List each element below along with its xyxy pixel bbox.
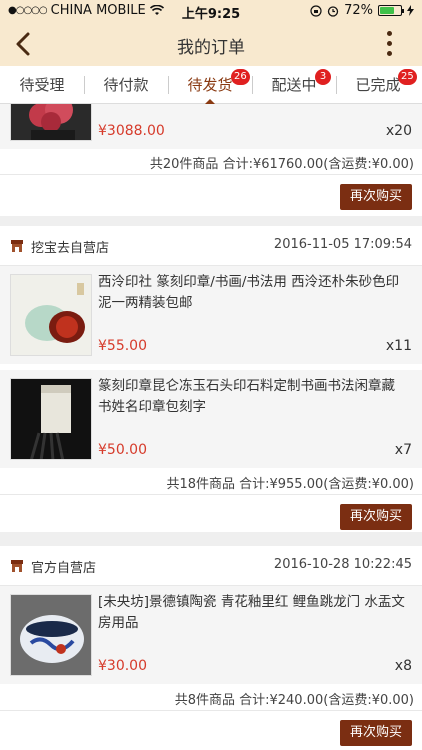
order-item[interactable]: 西泠印社 篆刻印章/书画/书法用 西泠还朴朱砂色印泥一两精装包邮 ¥55.00 …	[0, 266, 422, 364]
in-delivery-count-badge: 3	[315, 69, 331, 85]
order-item[interactable]: ¥3088.00 x20	[0, 104, 422, 149]
divider	[0, 710, 422, 711]
divider	[0, 494, 422, 495]
navigation-bar: 我的订单	[0, 22, 422, 66]
item-quantity: x11	[385, 338, 412, 354]
pending-shipment-count-badge: 26	[231, 69, 250, 85]
shop-name: 官方自营店	[31, 561, 97, 576]
order-status-tabs: 待受理 待付款 待发货 26 配送中 3 已完成 25	[0, 66, 422, 104]
order-card: 挖宝去自营店 2016-11-05 17:09:54 西泠印社 篆刻印章/书画/…	[0, 226, 422, 532]
shop-header[interactable]: 挖宝去自营店 2016-11-05 17:09:54	[0, 226, 422, 266]
item-price: ¥55.00	[98, 338, 147, 354]
shop-name: 挖宝去自营店	[31, 241, 110, 256]
battery-percent: 72%	[344, 3, 373, 18]
alarm-icon	[327, 5, 339, 17]
shop-header[interactable]: 官方自营店 2016-10-28 10:22:45	[0, 546, 422, 586]
item-title: 篆刻印章昆仑冻玉石头印石料定制书画书法闲章藏书姓名印章包刻字	[98, 378, 395, 415]
battery-icon	[378, 5, 404, 16]
item-quantity: x8	[394, 658, 412, 674]
order-time: 2016-10-28 10:22:45	[273, 557, 412, 572]
completed-count-badge: 25	[398, 69, 417, 85]
order-summary: 共18件商品 合计:¥955.00(含运费:¥0.00)	[166, 477, 414, 492]
rotation-lock-icon	[310, 4, 322, 17]
item-price: ¥50.00	[98, 442, 147, 458]
shop-icon	[11, 560, 23, 572]
tab-pending-acceptance[interactable]: 待受理	[0, 66, 84, 104]
tab-pending-payment[interactable]: 待付款	[84, 66, 168, 104]
product-image	[10, 594, 92, 676]
item-title: [未央坊]景德镇陶瓷 青花釉里红 鲤鱼跳龙门 水盂文房用品	[98, 594, 405, 631]
order-time: 2016-11-05 17:09:54	[273, 237, 412, 252]
product-image	[10, 104, 92, 141]
order-card: 官方自营店 2016-10-28 10:22:45 [未央坊]景德镇陶瓷 青花釉…	[0, 546, 422, 750]
divider	[0, 174, 422, 175]
order-summary: 共8件商品 合计:¥240.00(含运费:¥0.00)	[174, 693, 414, 708]
item-quantity: x7	[394, 442, 412, 458]
order-card: ¥3088.00 x20 共20件商品 合计:¥61760.00(含运费:¥0.…	[0, 104, 422, 216]
charging-icon	[407, 5, 414, 16]
item-quantity: x20	[385, 123, 412, 139]
shop-icon	[11, 240, 23, 252]
buy-again-button[interactable]: 再次购买	[340, 184, 412, 210]
more-options-icon[interactable]	[386, 30, 392, 58]
item-price: ¥30.00	[98, 658, 147, 674]
product-image	[10, 378, 92, 460]
status-bar: ●○○○○ CHINA MOBILE 上午9:25 72%	[0, 0, 422, 22]
order-list[interactable]: ¥3088.00 x20 共20件商品 合计:¥61760.00(含运费:¥0.…	[0, 104, 422, 750]
buy-again-button[interactable]: 再次购买	[340, 504, 412, 530]
buy-again-button[interactable]: 再次购买	[340, 720, 412, 746]
order-summary: 共20件商品 合计:¥61760.00(含运费:¥0.00)	[149, 157, 414, 172]
item-title: 西泠印社 篆刻印章/书画/书法用 西泠还朴朱砂色印泥一两精装包邮	[98, 274, 400, 311]
order-item[interactable]: 篆刻印章昆仑冻玉石头印石料定制书画书法闲章藏书姓名印章包刻字 ¥50.00 x7	[0, 370, 422, 468]
page-title: 我的订单	[177, 38, 245, 58]
order-item[interactable]: [未央坊]景德镇陶瓷 青花釉里红 鲤鱼跳龙门 水盂文房用品 ¥30.00 x8	[0, 586, 422, 684]
product-image	[10, 274, 92, 356]
item-price: ¥3088.00	[98, 123, 165, 139]
